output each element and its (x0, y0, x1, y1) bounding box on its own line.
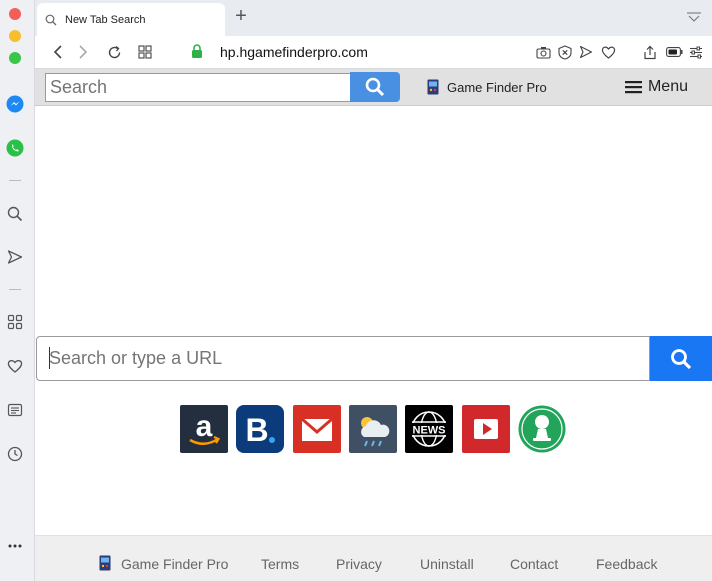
main-search-input[interactable] (36, 336, 650, 381)
site-header: Game Finder Pro Menu (35, 69, 712, 106)
speed-dial-icon[interactable] (136, 43, 154, 61)
news-feed-icon[interactable] (5, 400, 25, 420)
tile-gmail[interactable] (293, 405, 341, 453)
tile-booking[interactable]: B (236, 405, 284, 453)
text-caret (49, 347, 50, 369)
main-search-button[interactable] (650, 336, 712, 381)
menu-label: Menu (647, 78, 688, 95)
tab-title: New Tab Search (65, 13, 146, 26)
send-icon[interactable] (5, 247, 25, 267)
history-clock-icon[interactable] (5, 444, 25, 464)
search-icon (45, 14, 57, 25)
pawn-icon (518, 405, 566, 453)
heart-icon[interactable] (599, 43, 617, 61)
news-icon: NEWS (409, 411, 449, 447)
adblock-icon[interactable] (556, 43, 574, 61)
mail-icon (301, 417, 333, 441)
minimize-window-button[interactable] (9, 30, 21, 42)
more-dots-icon[interactable] (5, 536, 25, 556)
browser-sidebar (0, 0, 35, 581)
footer-link-contact[interactable]: Contact (510, 556, 558, 572)
header-search-button[interactable] (350, 72, 400, 102)
game-finder-logo-icon (427, 79, 439, 95)
reload-icon[interactable] (105, 43, 123, 61)
address-bar: hp.hgamefinderpro.com (35, 36, 712, 69)
tab-new-tab-search[interactable]: New Tab Search (37, 3, 225, 36)
forward-icon[interactable] (74, 43, 92, 61)
tile-weather[interactable] (349, 405, 397, 453)
maximize-window-button[interactable] (9, 52, 21, 64)
heart-icon[interactable] (5, 356, 25, 376)
search-icon (671, 348, 692, 369)
booking-icon: B (245, 412, 275, 448)
footer-link-feedback[interactable]: Feedback (596, 556, 657, 572)
tile-youtube[interactable] (462, 405, 510, 453)
tab-bar: New Tab Search + (35, 0, 712, 36)
tile-amazon[interactable]: a (180, 405, 228, 453)
news-label: NEWS (413, 425, 446, 437)
sidebar-divider (9, 180, 21, 181)
menu-button[interactable]: Menu (624, 78, 688, 96)
footer-link-uninstall[interactable]: Uninstall (420, 556, 474, 572)
sidebar-divider (9, 289, 21, 290)
game-finder-logo-icon (99, 555, 111, 571)
header-brand-label: Game Finder Pro (447, 79, 547, 95)
back-icon[interactable] (49, 43, 67, 61)
tile-news[interactable]: NEWS (405, 405, 453, 453)
share-icon[interactable] (641, 43, 659, 61)
camera-snapshot-icon[interactable] (534, 43, 552, 61)
header-brand[interactable]: Game Finder Pro (427, 79, 547, 95)
settings-sliders-icon[interactable] (687, 43, 705, 61)
tile-games[interactable] (518, 405, 566, 453)
whatsapp-icon[interactable] (5, 138, 25, 158)
messenger-icon[interactable] (5, 94, 25, 114)
footer-brand[interactable]: Game Finder Pro (121, 556, 228, 572)
apps-grid-icon[interactable] (5, 312, 25, 332)
weather-icon (361, 417, 390, 447)
battery-icon[interactable] (665, 43, 683, 61)
svg-text:a: a (196, 410, 213, 443)
site-footer: Game Finder Pro Terms Privacy Uninstall … (35, 535, 712, 581)
close-window-button[interactable] (9, 8, 21, 20)
header-search-input[interactable] (45, 73, 351, 102)
send-page-icon[interactable] (577, 43, 595, 61)
hamburger-menu-icon (624, 81, 642, 94)
tab-list-icon[interactable] (686, 10, 702, 28)
new-tab-button[interactable]: + (231, 6, 251, 26)
svg-text:B: B (245, 412, 268, 448)
url-field[interactable]: hp.hgamefinderpro.com (220, 44, 368, 60)
amazon-icon: a (189, 410, 221, 445)
footer-link-terms[interactable]: Terms (261, 556, 299, 572)
play-icon (474, 419, 498, 439)
footer-link-privacy[interactable]: Privacy (336, 556, 382, 572)
search-icon (365, 77, 385, 97)
search-icon[interactable] (5, 204, 25, 224)
secure-lock-icon[interactable] (191, 44, 203, 64)
